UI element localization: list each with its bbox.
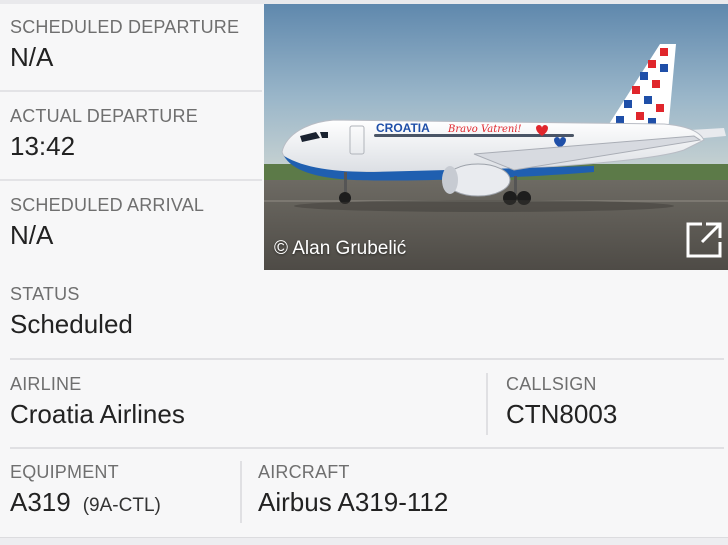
scheduled-arrival-cell: SCHEDULED ARRIVAL N/A: [0, 182, 262, 270]
aircraft-photo[interactable]: CROATIA Bravo Vatreni! © Alan Grubelić: [264, 4, 728, 270]
callsign-value: CTN8003: [506, 399, 618, 429]
column-separator: [486, 373, 488, 435]
actual-departure-cell: ACTUAL DEPARTURE 13:42: [0, 93, 262, 181]
divider: [10, 358, 724, 360]
status-section: STATUS Scheduled: [0, 270, 728, 359]
photo-credit: © Alan Grubelić: [274, 238, 407, 259]
equipment-cell: EQUIPMENT A319 (9A-CTL): [0, 449, 240, 535]
callsign-cell: CALLSIGN CTN8003: [496, 361, 728, 447]
column-separator: [240, 461, 242, 523]
actual-departure-value: 13:42: [10, 131, 76, 161]
callsign-label: CALLSIGN: [506, 374, 597, 394]
airline-row: AIRLINE Croatia Airlines CALLSIGN CTN800…: [0, 361, 728, 447]
equipment-label: EQUIPMENT: [10, 462, 119, 482]
time-info-column: SCHEDULED DEPARTURE N/A ACTUAL DEPARTURE…: [0, 4, 262, 270]
aircraft-label: AIRCRAFT: [258, 462, 350, 482]
scheduled-departure-value: N/A: [10, 42, 54, 72]
scheduled-departure-label: SCHEDULED DEPARTURE: [10, 17, 240, 37]
scheduled-arrival-value: N/A: [10, 220, 54, 250]
status-value: Scheduled: [10, 309, 133, 339]
aircraft-cell: AIRCRAFT Airbus A319-112: [248, 449, 728, 535]
slogan-text: Bravo Vatreni!: [447, 124, 522, 135]
equipment-value-line: A319 (9A-CTL): [10, 487, 240, 518]
scheduled-arrival-label: SCHEDULED ARRIVAL: [10, 195, 205, 215]
actual-departure-label: ACTUAL DEPARTURE: [10, 106, 198, 126]
status-label: STATUS: [10, 284, 80, 304]
open-external-icon[interactable]: [684, 220, 724, 260]
airline-value: Croatia Airlines: [10, 399, 185, 429]
airline-label: AIRLINE: [10, 374, 82, 394]
equipment-row: EQUIPMENT A319 (9A-CTL) AIRCRAFT Airbus A…: [0, 449, 728, 535]
registration-value: (9A-CTL): [82, 495, 161, 516]
airline-cell: AIRLINE Croatia Airlines: [0, 361, 486, 447]
scheduled-departure-cell: SCHEDULED DEPARTURE N/A: [0, 4, 262, 92]
aircraft-photo-image: CROATIA Bravo Vatreni!: [264, 4, 728, 270]
livery-text: CROATIA: [376, 121, 430, 135]
equipment-value: A319: [10, 487, 71, 517]
aircraft-value: Airbus A319-112: [258, 487, 449, 517]
